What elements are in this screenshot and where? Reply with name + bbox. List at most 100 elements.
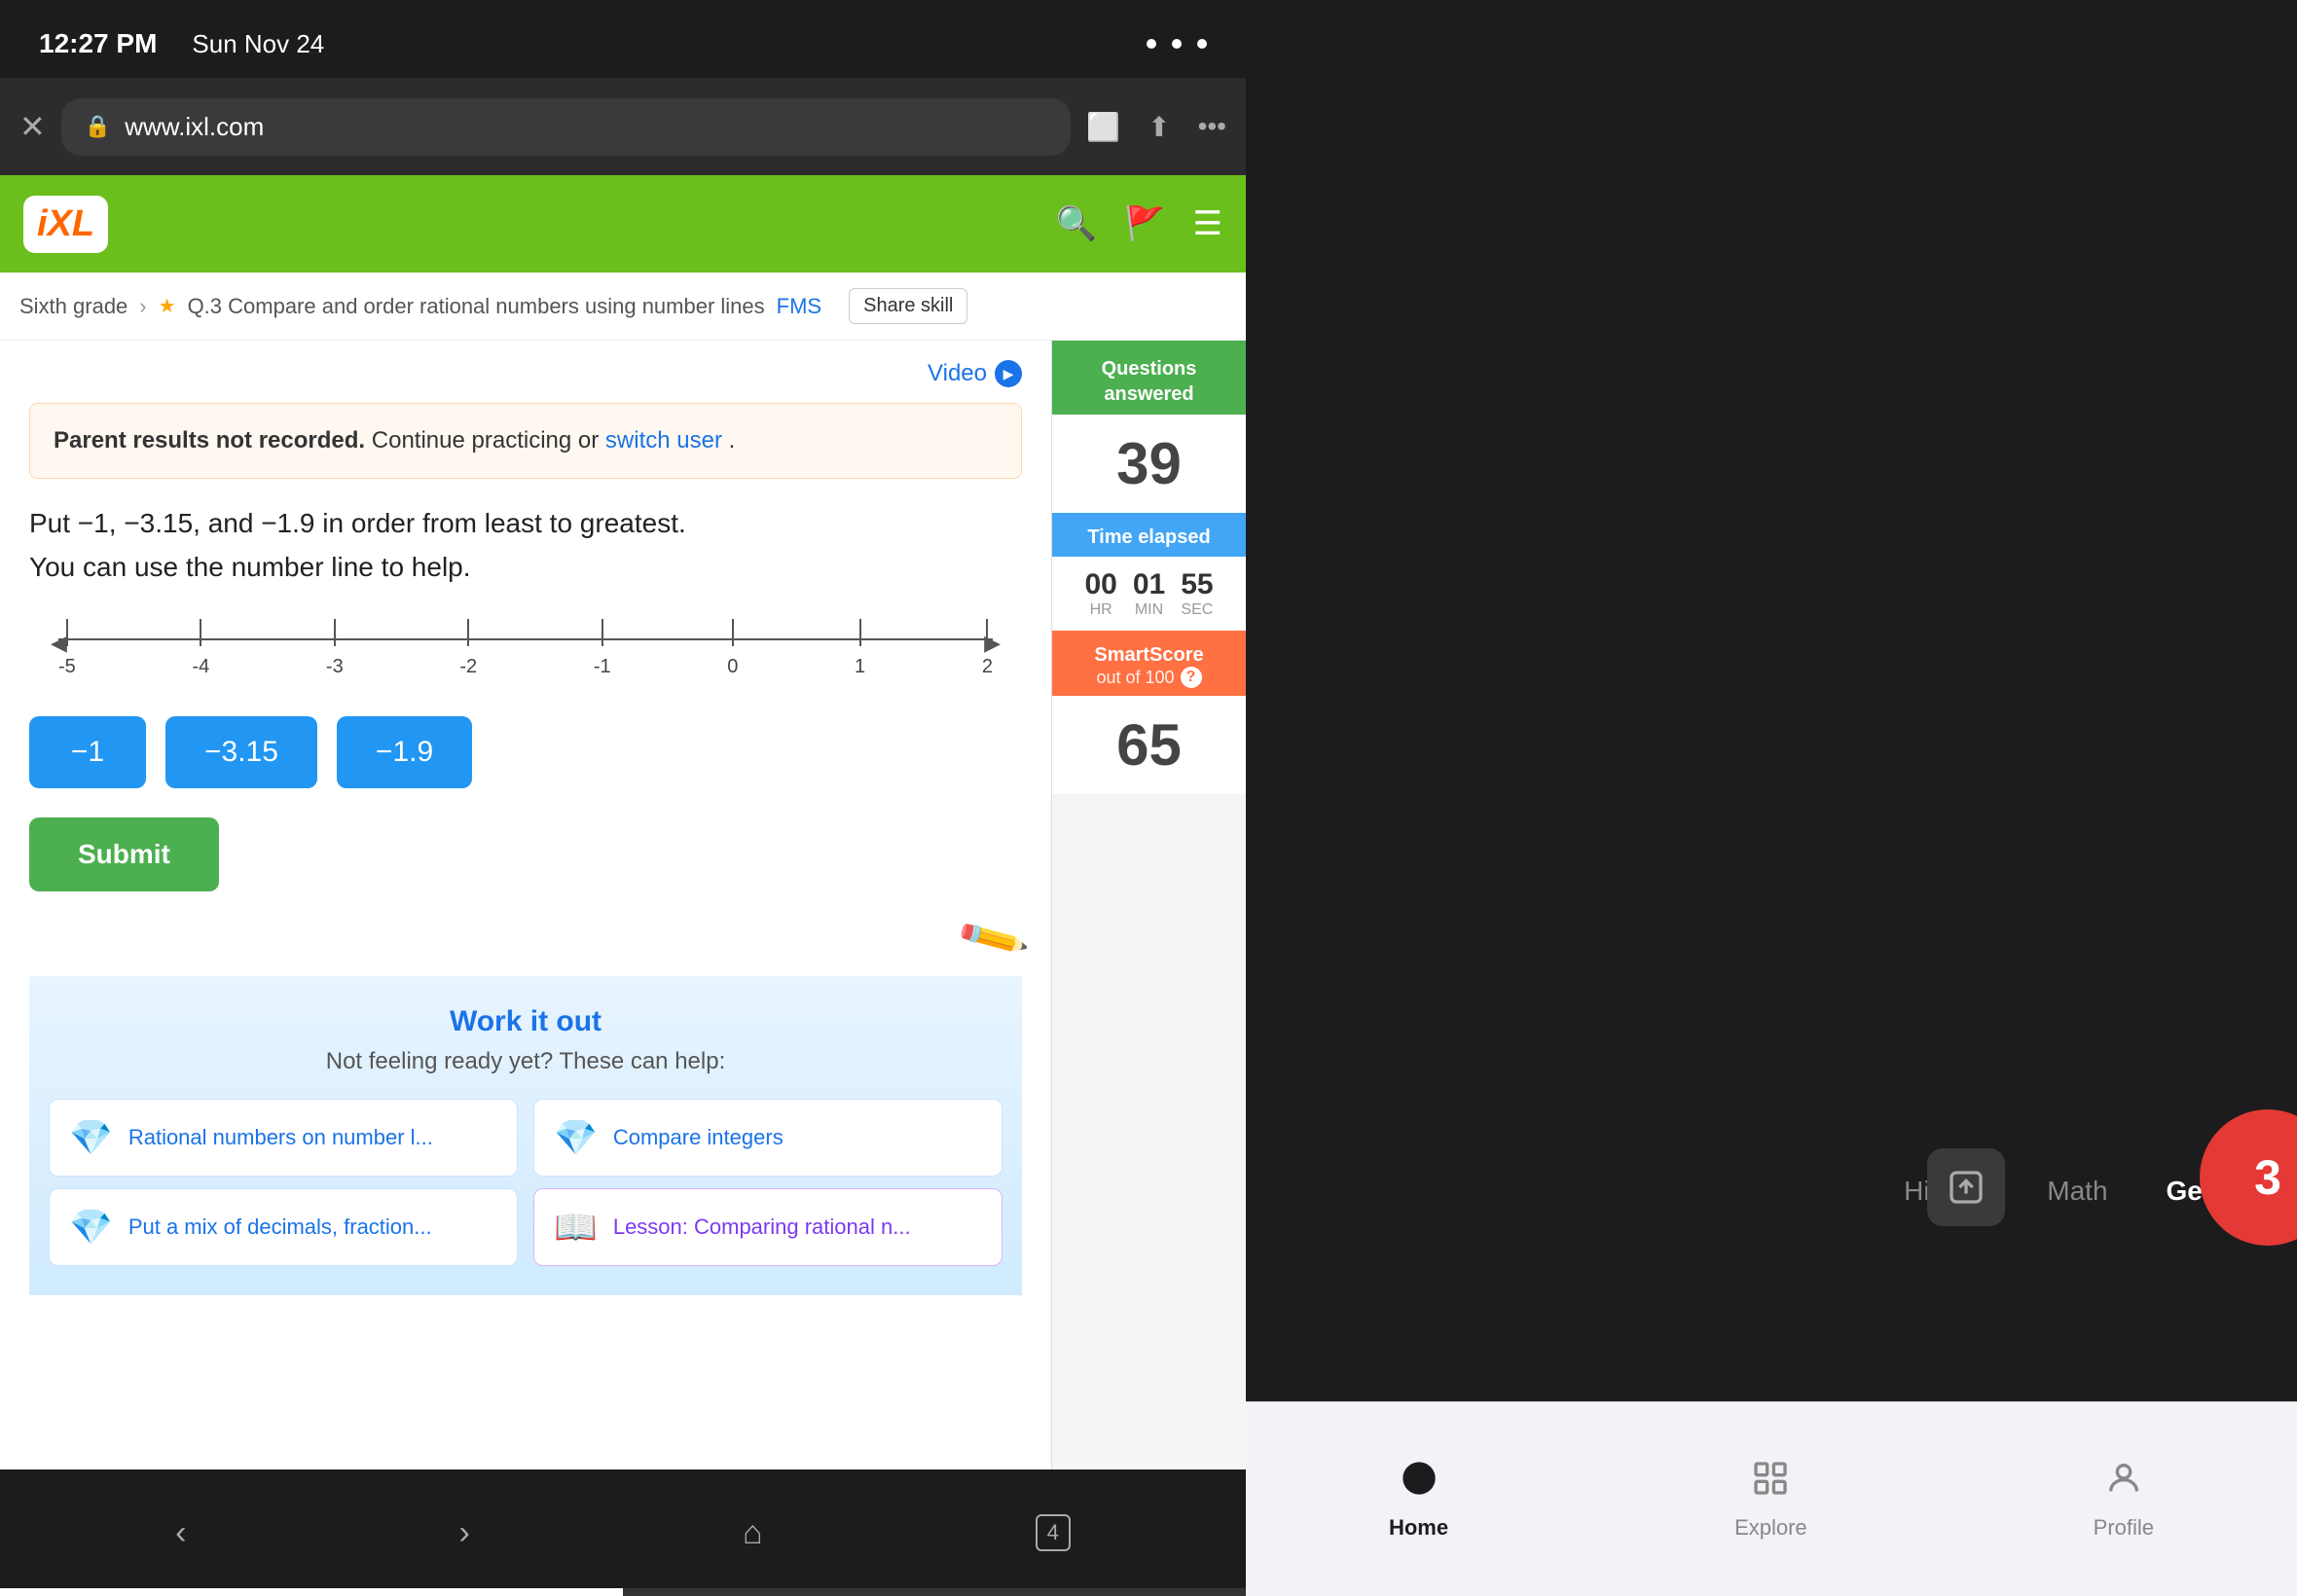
question-text: Put −1, −3.15, and −1.9 in order from le… (29, 502, 1022, 590)
red-circle-badge[interactable]: 3 (2200, 1109, 2297, 1246)
more-icon[interactable]: ••• (1198, 111, 1226, 142)
flag-container: 🚩 (1124, 204, 1165, 243)
tick-2: 2 (982, 619, 993, 678)
parent-notice: Parent results not recorded. Continue pr… (29, 403, 1022, 479)
submit-button[interactable]: Submit (29, 817, 219, 891)
ss-help-icon[interactable]: ? (1181, 667, 1202, 688)
pencil-icon[interactable]: ✏️ (954, 899, 1032, 976)
time-seconds: 55 (1181, 568, 1213, 601)
browser-content: i X L 🔍 🚩 ☰ Sixth grade › ★ Q.3 Compare … (0, 175, 1246, 1469)
bookmark-icon[interactable]: ⬜ (1086, 111, 1120, 143)
dot-3 (1197, 39, 1207, 49)
resource-text-4: Lesson: Comparing rational n... (613, 1215, 911, 1240)
ixl-header-icons: 🔍 🚩 ☰ (1056, 204, 1222, 243)
status-time: 12:27 PM (39, 28, 157, 59)
address-bar[interactable]: 🔒 www.ixl.com (61, 98, 1071, 156)
video-link[interactable]: Video ▶ (29, 360, 1022, 387)
resource-card-2[interactable]: 💎 Compare integers (533, 1099, 1003, 1177)
url-text: www.ixl.com (125, 112, 264, 142)
share-skill-button[interactable]: Share skill (849, 288, 967, 324)
browser-close-button[interactable]: ✕ (19, 108, 46, 145)
resource-icon-4: 📖 (554, 1207, 598, 1248)
profile-tab-icon (2104, 1459, 2143, 1507)
qa-number: 39 (1052, 415, 1246, 513)
right-sidebar: Questions answered 39 Time elapsed 00 HR… (1051, 341, 1246, 1469)
resource-icon-1: 💎 (69, 1117, 113, 1158)
home-button[interactable]: ⌂ (743, 1514, 763, 1552)
parent-notice-bold: Parent results not recorded. (54, 427, 365, 453)
browser-nav: ‹ › ⌂ 4 (0, 1469, 1246, 1596)
explore-tab-icon (1751, 1459, 1790, 1507)
browser-panel: 12:27 PM Sun Nov 24 ✕ 🔒 www.ixl.com ⬜ ⬆ … (0, 0, 1246, 1596)
avatar-icon (1927, 1148, 2005, 1226)
work-it-out-title: Work it out (49, 1005, 1003, 1038)
forward-button[interactable]: › (459, 1514, 470, 1552)
home-tab-icon (1400, 1459, 1439, 1507)
resource-card-1[interactable]: 💎 Rational numbers on number l... (49, 1099, 518, 1177)
status-icons (1147, 39, 1207, 49)
app-dark-area: History Math Gen 3 (1246, 0, 2297, 1401)
pencil-area: ✏️ (29, 911, 1022, 966)
smart-score-box: SmartScore out of 100 ? (1052, 631, 1246, 696)
explore-tab-label: Explore (1734, 1515, 1807, 1541)
tab-profile[interactable]: Profile (2055, 1443, 2193, 1556)
resource-cards: 💎 Rational numbers on number l... 💎 Comp… (49, 1099, 1003, 1177)
avatar-area (1927, 1148, 2005, 1226)
tabs-button[interactable]: 4 (1036, 1514, 1071, 1551)
answer-block-2[interactable]: −3.15 (165, 716, 317, 788)
breadcrumb-sep-1: › (139, 294, 146, 319)
min-label: MIN (1133, 601, 1165, 619)
back-button[interactable]: ‹ (175, 1514, 186, 1552)
answer-block-1[interactable]: −1 (29, 716, 146, 788)
tick-1: 1 (855, 619, 865, 678)
tick-minus1: -1 (594, 619, 611, 678)
tick-minus4: -4 (192, 619, 209, 678)
work-it-out-subtitle: Not feeling ready yet? These can help: (49, 1048, 1003, 1075)
breadcrumb-grade[interactable]: Sixth grade (19, 294, 128, 319)
hr-label: HR (1084, 601, 1116, 619)
time-unit-sec: 55 SEC (1173, 568, 1221, 619)
progress-bar-fill (0, 1588, 623, 1596)
video-label: Video (928, 360, 987, 387)
ss-label: SmartScore (1094, 644, 1203, 667)
te-label: Time elapsed (1062, 526, 1236, 549)
menu-math[interactable]: Math (2047, 1176, 2107, 1207)
tab-explore[interactable]: Explore (1695, 1443, 1846, 1556)
progress-bar-container (0, 1588, 1246, 1596)
profile-tab-label: Profile (2094, 1515, 2154, 1541)
status-bar: 12:27 PM Sun Nov 24 (0, 0, 1246, 78)
resource-card-4[interactable]: 📖 Lesson: Comparing rational n... (533, 1188, 1003, 1266)
search-icon[interactable]: 🔍 (1056, 204, 1097, 243)
breadcrumb: Sixth grade › ★ Q.3 Compare and order ra… (0, 272, 1246, 341)
resource-icon-2: 💎 (554, 1117, 598, 1158)
browser-chrome: ✕ 🔒 www.ixl.com ⬜ ⬆ ••• (0, 78, 1246, 175)
ss-sublabel: out of 100 (1096, 668, 1174, 688)
switch-user-link[interactable]: switch user (605, 427, 722, 453)
number-line-container: ◀ ▶ -5 -4 -3 -2 -1 0 1 2 (29, 619, 1022, 687)
questions-answered-box: Questions answered (1052, 341, 1246, 415)
menu-icon[interactable]: ☰ (1193, 204, 1222, 243)
share-icon[interactable]: ⬆ (1148, 111, 1170, 143)
breadcrumb-skill[interactable]: Q.3 Compare and order rational numbers u… (188, 294, 765, 319)
tick-minus5: -5 (58, 619, 76, 678)
logo-i: i (37, 203, 48, 245)
breadcrumb-fms[interactable]: FMS (777, 294, 821, 319)
lock-icon: 🔒 (85, 114, 111, 139)
time-elapsed-box: Time elapsed (1052, 513, 1246, 557)
resource-text-1: Rational numbers on number l... (128, 1125, 433, 1150)
dot-1 (1147, 39, 1156, 49)
resource-card-3[interactable]: 💎 Put a mix of decimals, fraction... (49, 1188, 518, 1266)
app-tab-bar: Home Explore Profile (1246, 1401, 2297, 1596)
time-unit-min: 01 MIN (1125, 568, 1173, 619)
ixl-header: i X L 🔍 🚩 ☰ (0, 175, 1246, 272)
qa-label: Questions answered (1062, 356, 1236, 407)
tab-home[interactable]: Home (1350, 1443, 1487, 1556)
play-icon: ▶ (995, 360, 1022, 387)
answer-block-3[interactable]: −1.9 (337, 716, 472, 788)
resource-text-3: Put a mix of decimals, fraction... (128, 1215, 432, 1240)
sec-label: SEC (1181, 601, 1213, 619)
tick-0: 0 (727, 619, 738, 678)
flag-icon[interactable]: 🚩 (1124, 205, 1165, 242)
parent-notice-end: . (729, 427, 736, 453)
parent-notice-text: Continue practicing or (372, 427, 605, 453)
